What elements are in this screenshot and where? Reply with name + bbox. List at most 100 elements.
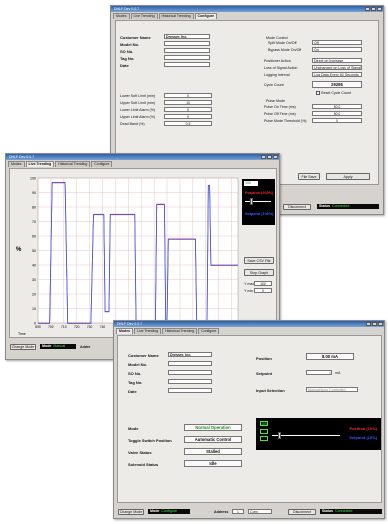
stop-graph-button[interactable]: Stop Graph [244,269,274,276]
title-bar[interactable]: DHLF Dev 0.0.7 [111,6,383,12]
date-label: Date [120,63,129,68]
pulse-off-label: Pulse Off Time (ms) [264,112,296,116]
lower-limit-alarm-field[interactable]: 0 [164,107,212,112]
close-icon[interactable] [377,7,382,11]
date-field[interactable] [164,62,210,67]
port-select[interactable]: Com [248,509,272,514]
maximize-icon[interactable] [267,155,272,159]
position-legend: Position (100%) [245,191,274,195]
tag-no-field[interactable] [164,55,210,60]
save-csv-button[interactable]: Save CSV File [244,257,274,264]
pulse-off-field[interactable]: 50.0 [312,111,362,116]
split-mode-select[interactable]: Off [312,40,362,45]
bypass-mode-label: Bypass Mode On/Off [268,48,302,52]
mode-status: Mode Manual [40,344,76,349]
bypass-mode-select[interactable]: On [312,47,362,52]
reset-cycle-checkbox[interactable] [316,91,320,95]
tab-historical-trending[interactable]: Historical Trending [162,328,198,334]
x-tick-label: 720 [74,325,80,329]
tab-bar: Modes Live Trending Historical Trending … [114,328,384,334]
y-tick-label: 60 [32,234,36,238]
model-no-label: Model No. [120,42,140,47]
close-icon[interactable] [378,322,383,326]
legend-slider-thumb[interactable] [250,198,253,205]
reset-cycle-label: Reset Cycle Count [321,91,351,95]
minimize-icon[interactable] [261,155,266,159]
minimize-icon[interactable] [366,322,371,326]
legend-slider[interactable] [272,435,340,436]
tab-bar: Modes Live Trending Historical Trending … [111,13,383,19]
date-field[interactable] [168,388,212,393]
tab-configure[interactable]: Configure [91,161,113,167]
position-legend: Position (10%) [349,426,377,431]
dead-band-field[interactable]: 0.5 [164,121,212,126]
window-controls [365,7,382,11]
apply-button[interactable]: Apply [326,173,370,180]
customer-name-field[interactable]: Dresser, Inc. [164,34,210,39]
tab-bar: Modes Live Trending Historical Trending … [6,161,279,167]
y-max-field[interactable]: 100 [254,281,272,286]
window-title: DHLF Dev 0.0.7 [117,322,143,326]
disconnect-button[interactable]: Disconnect [288,509,316,515]
title-bar[interactable]: DHLF Dev 0.0.7 [114,321,384,327]
lower-soft-limit-label: Lower Soft Limit (mm) [120,94,156,98]
toggle-switch-value: Automatic Control [184,436,242,443]
upper-limit-alarm-field[interactable]: 0 [164,114,212,119]
customer-name-field[interactable]: Dresser, Inc. [168,352,212,357]
input-selection-select[interactable]: Manual/Auto Controlled [306,387,358,392]
positioner-action-select[interactable]: Direct on Increase [312,58,362,63]
x-tick-label: 690 [35,325,41,329]
window-title: DHLF Dev 0.0.7 [9,155,35,159]
logging-interval-label: Logging Interval [264,73,290,77]
tab-modes[interactable]: Modes [8,161,25,167]
x-axis-label: Time [18,332,26,336]
change-mode-button[interactable]: Change Mode [118,509,144,515]
tab-live-trending[interactable]: Live Trending [130,13,158,19]
maximize-icon[interactable] [371,7,376,11]
tab-configure[interactable]: Configure [194,13,218,19]
model-no-field[interactable] [168,361,212,366]
legend-slider-thumb[interactable] [278,432,281,439]
tag-no-label: Tag No. [128,380,143,385]
x-tick-label: 710 [61,325,67,329]
logging-interval-select[interactable]: Log Data Every 60 Seconds [312,72,362,77]
tab-live-trending[interactable]: Live Trending [134,328,162,334]
file-save-button[interactable]: File Save [298,173,320,180]
minimize-icon[interactable] [365,7,370,11]
so-no-label: SO No. [128,371,142,376]
lower-soft-limit-field[interactable]: 0 [164,93,212,98]
upper-soft-limit-field[interactable]: 10 [164,100,212,105]
so-no-label: SO No. [120,49,134,54]
tab-modes[interactable]: Modes [116,328,134,334]
y-tick-label: 100 [30,176,36,180]
y-tick-label: 50 [32,249,36,253]
setpoint-legend: Setpoint (10%) [349,435,377,440]
address-label: Address [214,510,229,514]
disconnect-button[interactable]: Disconnect [283,204,311,210]
loss-of-signal-label: Loss of Signal Action [264,66,298,70]
address-field[interactable]: 1 [232,509,244,514]
maximize-icon[interactable] [372,322,377,326]
change-mode-button[interactable]: Change Mode [10,344,36,350]
close-icon[interactable] [273,155,278,159]
pulse-on-field[interactable]: 50.0 [312,104,362,109]
legend-slider[interactable] [245,201,271,202]
tab-historical-trending[interactable]: Historical Trending [158,13,194,19]
dead-band-label: Dead Band (%) [120,122,145,126]
pulse-threshold-field[interactable]: 0 [312,118,362,123]
model-no-field[interactable] [164,41,210,46]
so-no-field[interactable] [164,48,210,53]
y-min-field[interactable]: 0 [254,288,272,293]
setpoint-field[interactable]: 0 [306,370,332,375]
loss-of-signal-select[interactable]: Unchanged on Loss of Signal [312,65,362,70]
valve-status-value: Stalled [184,448,242,455]
so-no-field[interactable] [168,370,212,375]
tab-live-trending[interactable]: Live Trending [25,161,55,167]
tab-historical-trending[interactable]: Historical Trending [55,161,91,167]
tab-modes[interactable]: Modes [113,13,130,19]
tab-configure[interactable]: Configure [198,328,220,334]
modes-window: DHLF Dev 0.0.7 Modes Live Trending Histo… [113,320,385,519]
title-bar[interactable]: DHLF Dev 0.0.7 [6,154,279,160]
cycle-count-value: 29286 [312,81,362,88]
tag-no-field[interactable] [168,379,212,384]
